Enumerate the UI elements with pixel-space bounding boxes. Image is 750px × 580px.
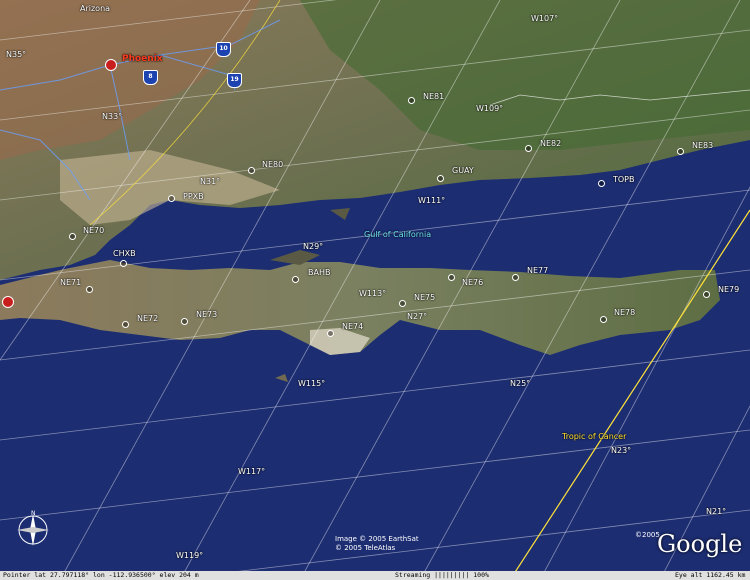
- longitude-label: W107°: [531, 14, 559, 23]
- place-label: NE78: [614, 308, 636, 317]
- latitude-label: N25°: [510, 379, 531, 388]
- place-label: NE72: [137, 314, 159, 323]
- longitude-label: W113°: [359, 289, 387, 298]
- place-marker-icon[interactable]: [120, 260, 127, 267]
- place-marker-icon[interactable]: [525, 145, 532, 152]
- place-marker-icon[interactable]: [437, 175, 444, 182]
- phoenix-city-icon: [105, 59, 117, 71]
- place-label: NE80: [262, 160, 284, 169]
- latitude-label: N33°: [102, 112, 123, 121]
- place-label: NE81: [423, 92, 445, 101]
- place-marker-icon[interactable]: [122, 321, 129, 328]
- longitude-label: W117°: [238, 467, 266, 476]
- place-label: NE76: [462, 278, 484, 287]
- map-viewport[interactable]: Arizona Phoenix Gulf of California Tropi…: [0, 0, 750, 580]
- city-icon: [2, 296, 14, 308]
- compass-icon[interactable]: N: [13, 510, 53, 550]
- place-label: NE73: [196, 310, 218, 319]
- place-marker-icon[interactable]: [168, 195, 175, 202]
- place-label: NE79: [718, 285, 740, 294]
- place-marker-icon[interactable]: [677, 148, 684, 155]
- pointer-readout: Pointer lat 27.797118° lon -112.936500° …: [3, 571, 199, 579]
- arizona-label: Arizona: [80, 4, 111, 13]
- place-label: NE71: [60, 278, 82, 287]
- place-marker-icon[interactable]: [448, 274, 455, 281]
- place-marker-icon[interactable]: [703, 291, 710, 298]
- place-marker-icon[interactable]: [292, 276, 299, 283]
- gulf-of-california-label: Gulf of California: [364, 230, 432, 239]
- eye-altitude: Eye alt 1162.45 km: [675, 571, 746, 579]
- place-marker-icon[interactable]: [598, 180, 605, 187]
- place-label: CHXB: [113, 249, 136, 258]
- interstate-10-shield: 10: [216, 42, 231, 57]
- latitude-label: N21°: [706, 507, 727, 516]
- latitude-label: N29°: [303, 242, 324, 251]
- place-label: PPXB: [183, 192, 204, 201]
- place-marker-icon[interactable]: [512, 274, 519, 281]
- place-label: GUAY: [452, 166, 474, 175]
- latitude-label: N23°: [611, 446, 632, 455]
- credit-line: © 2005 TeleAtlas: [335, 544, 396, 552]
- longitude-label: W109°: [476, 104, 504, 113]
- place-label: NE70: [83, 226, 105, 235]
- latitude-label: N27°: [407, 312, 428, 321]
- latitude-label: N31°: [200, 177, 221, 186]
- place-label: NE83: [692, 141, 714, 150]
- imagery-credits: Image © 2005 EarthSat © 2005 TeleAtlas: [335, 535, 419, 553]
- place-marker-icon[interactable]: [69, 233, 76, 240]
- status-bar: Pointer lat 27.797118° lon -112.936500° …: [0, 571, 750, 580]
- longitude-label: W119°: [176, 551, 204, 560]
- place-label: NE74: [342, 322, 364, 331]
- credit-line: Image © 2005 EarthSat: [335, 535, 419, 543]
- place-marker-icon[interactable]: [181, 318, 188, 325]
- svg-text:N: N: [31, 510, 36, 517]
- longitude-label: W111°: [418, 196, 446, 205]
- interstate-19-shield: 19: [227, 73, 242, 88]
- place-label: BAHB: [308, 268, 331, 277]
- streaming-status: Streaming ||||||||| 100%: [395, 571, 489, 579]
- place-label: NE82: [540, 139, 562, 148]
- latitude-label: N35°: [6, 50, 27, 59]
- tropic-of-cancer-label: Tropic of Cancer: [562, 432, 627, 441]
- place-marker-icon[interactable]: [399, 300, 406, 307]
- google-logo: Google: [657, 530, 743, 558]
- place-marker-icon[interactable]: [600, 316, 607, 323]
- place-marker-icon[interactable]: [327, 330, 334, 337]
- place-label: NE77: [527, 266, 549, 275]
- interstate-8-shield: 8: [143, 70, 158, 85]
- place-marker-icon[interactable]: [248, 167, 255, 174]
- place-marker-icon[interactable]: [86, 286, 93, 293]
- phoenix-label[interactable]: Phoenix: [122, 54, 163, 64]
- longitude-label: W115°: [298, 379, 326, 388]
- place-label: TOPB: [613, 175, 635, 184]
- place-marker-icon[interactable]: [408, 97, 415, 104]
- place-label: NE75: [414, 293, 436, 302]
